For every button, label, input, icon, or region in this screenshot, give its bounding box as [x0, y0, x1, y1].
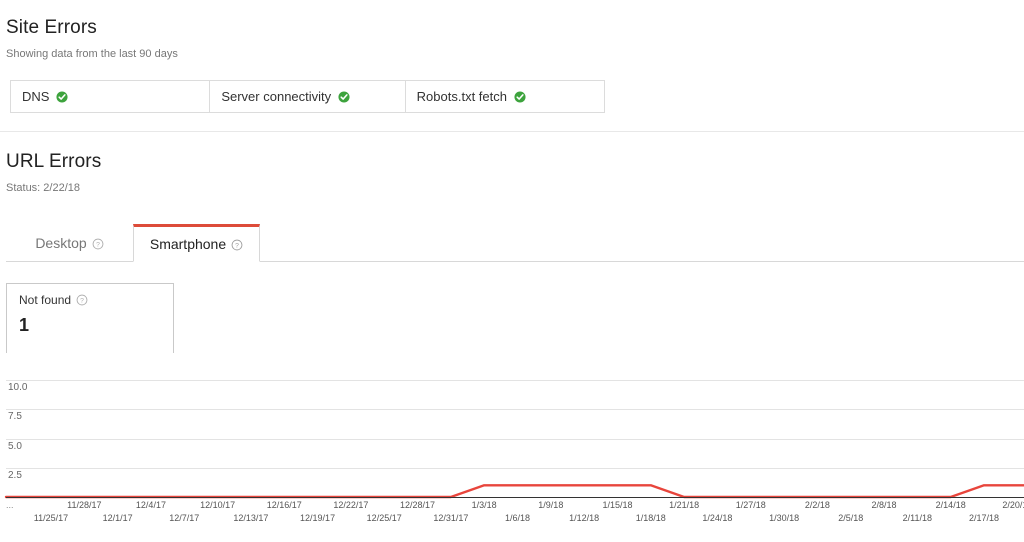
chart-x-tick-label: 1/24/18 [702, 513, 733, 523]
chart-x-tick-label: 1/27/18 [735, 500, 766, 510]
status-cell-robots-txt-fetch[interactable]: Robots.txt fetch [406, 81, 604, 112]
status-label: Server connectivity [221, 89, 332, 104]
chart-x-tick-label: 1/21/18 [669, 500, 700, 510]
section-divider [0, 131, 1024, 132]
chart-x-tick-label: 12/13/17 [233, 513, 269, 523]
tab-label: Desktop [35, 234, 87, 251]
chart-series-line [4, 484, 1024, 499]
chart-x-tick-label: 12/28/17 [400, 500, 436, 510]
not-found-value: 1 [19, 315, 30, 335]
chart-y-tick-label: 2.5 [8, 470, 22, 481]
site-errors-heading: Site Errors [6, 17, 97, 38]
site-errors-subtitle: Showing data from the last 90 days [6, 48, 178, 60]
chart-y-tick-label: 10.0 [8, 382, 28, 393]
not-found-label: Not found [19, 293, 72, 307]
url-errors-heading: URL Errors [6, 151, 102, 172]
status-label: Robots.txt fetch [416, 89, 507, 104]
url-errors-chart: 2.5 5.0 7.5 10.0 ... 11/25/17 11/28/17 12/1/1… [0, 366, 1024, 542]
status-cell-dns[interactable]: DNS [11, 81, 211, 112]
site-errors-status-table: DNS Server connectivity Robots.txt fetch [10, 80, 605, 113]
green-check-icon [56, 90, 69, 103]
chart-y-tick-label: 5.0 [8, 441, 22, 452]
chart-x-tick-label: 2/11/18 [902, 513, 933, 523]
chart-x-tick-label: 1/18/18 [635, 513, 666, 523]
svg-text:?: ? [80, 298, 84, 305]
chart-x-axis-labels: ... 11/25/17 11/28/17 12/1/17 12/4/17 12/7/1… [0, 498, 1024, 542]
svg-text:?: ? [235, 243, 239, 250]
chart-x-tick-label: 1/30/18 [769, 513, 800, 523]
chart-x-tick-label: 12/4/17 [135, 500, 166, 510]
chart-x-tick-label: 12/7/17 [169, 513, 200, 523]
green-check-icon [338, 90, 350, 103]
chart-x-tick-label: 12/1/17 [102, 513, 133, 523]
chart-x-tick-label: 2/8/18 [871, 500, 897, 510]
tab-desktop[interactable]: Desktop ? [6, 224, 133, 262]
chart-x-tick-label: 12/16/17 [266, 500, 302, 510]
status-cell-server-connectivity[interactable]: Server connectivity [210, 81, 406, 112]
chart-gridline [6, 468, 1024, 469]
help-circle-icon[interactable]: ? [76, 294, 88, 306]
tab-label: Smartphone [149, 236, 227, 252]
help-circle-icon[interactable]: ? [92, 237, 104, 249]
url-errors-tabs: Desktop ? Smartphone ? [0, 224, 1024, 262]
chart-x-tick-label: 11/28/17 [67, 500, 102, 510]
chart-x-tick-label: 12/22/17 [333, 500, 369, 510]
chart-series-layer [4, 484, 1024, 499]
chart-x-tick-label: 1/15/18 [602, 500, 633, 510]
chart-x-tick-label: 12/31/17 [433, 513, 469, 523]
chart-x-tick-label: 1/6/18 [504, 513, 530, 523]
chart-plot-area: 2.5 5.0 7.5 10.0 [0, 366, 1024, 499]
chart-x-tick-label: 2/17/18 [968, 513, 1000, 523]
chart-x-tick-label: 1/3/18 [471, 500, 497, 510]
help-circle-icon[interactable]: ? [231, 238, 243, 251]
chart-gridline [6, 409, 1024, 410]
green-check-icon [514, 90, 526, 103]
status-label: DNS [22, 89, 50, 104]
url-errors-status-line: Status: 2/22/18 [6, 182, 80, 194]
chart-x-tick-label: 1/12/18 [569, 513, 600, 523]
chart-x-tick-label: 11/25/17 [33, 513, 69, 523]
chart-x-tick-label: 2/14/18 [935, 500, 966, 510]
chart-x-tick-label: 1/9/18 [538, 500, 564, 510]
chart-gridline [6, 439, 1024, 440]
svg-text:?: ? [96, 241, 100, 248]
chart-x-tick-label: 2/2/18 [804, 500, 830, 510]
tab-smartphone[interactable]: Smartphone ? [133, 224, 260, 262]
chart-gridline [6, 380, 1024, 381]
chart-x-tick-label: 12/10/17 [200, 500, 236, 510]
chart-x-tick-label: 2/5/18 [838, 513, 864, 523]
chart-y-tick-label: 7.5 [8, 411, 22, 422]
chart-x-tick-label: 2/20/18 [1002, 500, 1024, 510]
not-found-card-header: Not found ? [19, 293, 161, 307]
x-axis-ellipsis: ... [6, 500, 14, 510]
chart-x-tick-label: 12/19/17 [300, 513, 336, 523]
chart-x-tick-label: 12/25/17 [366, 513, 402, 523]
not-found-metric-card[interactable]: Not found ? 1 [6, 283, 174, 353]
